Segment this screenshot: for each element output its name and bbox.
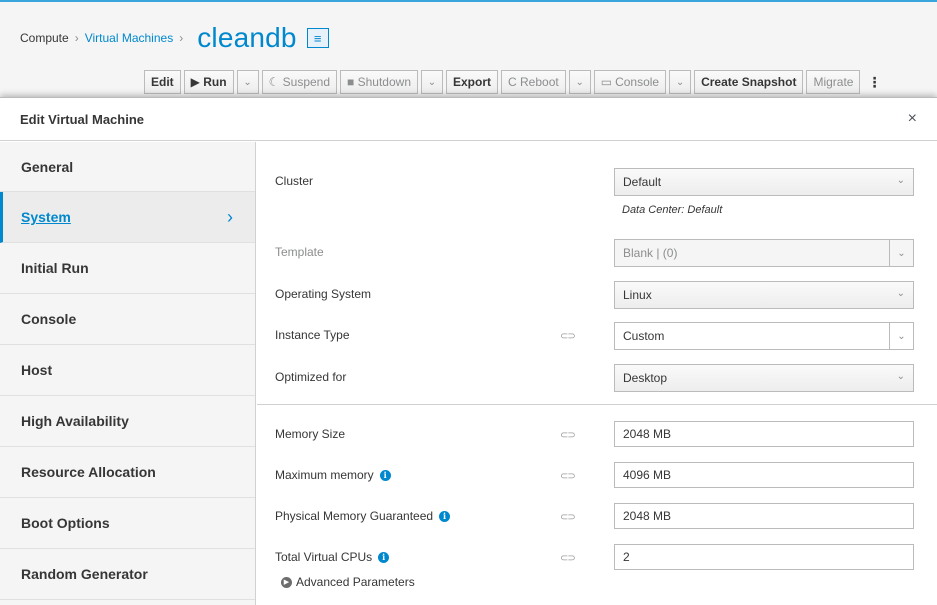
- vcpus-text: Total Virtual CPUs: [275, 550, 373, 564]
- link-icon[interactable]: ⊂⊃: [560, 512, 576, 523]
- reboot-button[interactable]: C Reboot: [501, 70, 566, 94]
- max-memory-label: Maximum memory i: [275, 468, 391, 482]
- nav-item-boot-options[interactable]: Boot Options: [0, 498, 255, 549]
- vcpus-input[interactable]: 2: [614, 544, 914, 570]
- run-button[interactable]: ▶ Run: [183, 70, 234, 94]
- cluster-value: Default: [623, 175, 662, 189]
- nav-item-high-availability[interactable]: High Availability: [0, 396, 255, 447]
- modal-body: General System › Initial Run Console Hos…: [0, 142, 937, 605]
- system-form: Cluster Default ⌄ Data Center: Default T…: [257, 142, 937, 605]
- modal-title: Edit Virtual Machine: [20, 111, 145, 127]
- template-value: Blank | (0): [623, 246, 678, 260]
- phys-memory-text: Physical Memory Guaranteed: [275, 509, 434, 523]
- nav-item-random-generator[interactable]: Random Generator: [0, 549, 255, 600]
- instance-type-value: Custom: [623, 329, 665, 343]
- optimized-select[interactable]: Desktop ⌄: [614, 364, 914, 392]
- os-select[interactable]: Linux ⌄: [614, 281, 914, 309]
- chevron-down-icon: ⌄: [896, 175, 905, 186]
- vcpus-row: Total Virtual CPUs i ⊂⊃ 2: [257, 544, 937, 572]
- close-icon[interactable]: ×: [908, 110, 917, 128]
- edit-vm-modal: Edit Virtual Machine × General System › …: [0, 97, 937, 605]
- link-icon[interactable]: ⊂⊃: [560, 471, 576, 482]
- expand-arrow-icon: ▶: [281, 576, 292, 588]
- page-title: cleandb: [197, 22, 297, 53]
- data-center-note: Data Center: Default: [622, 204, 723, 216]
- phys-memory-row: Physical Memory Guaranteed i ⊂⊃ 2048 MB: [257, 503, 937, 531]
- max-memory-text: Maximum memory: [275, 468, 374, 482]
- chevron-down-icon: ⌄: [889, 240, 913, 266]
- nav-item-general[interactable]: General: [0, 142, 255, 192]
- advanced-parameters-label: Advanced Parameters: [296, 575, 415, 589]
- chevron-right-icon: ›: [227, 206, 233, 227]
- nav-item-resource-allocation[interactable]: Resource Allocation: [0, 447, 255, 498]
- vm-toolbar: Edit ▶ Run ⌄ ☾ Suspend ■ Shutdown ⌄ Expo…: [144, 70, 881, 94]
- template-row: Template Blank | (0) ⌄: [257, 239, 937, 267]
- vcpus-label: Total Virtual CPUs i: [275, 550, 390, 564]
- side-nav: General System › Initial Run Console Hos…: [0, 142, 256, 605]
- shutdown-button[interactable]: ■ Shutdown: [340, 70, 418, 94]
- reboot-dropdown-caret[interactable]: ⌄: [568, 70, 591, 94]
- phys-memory-label: Physical Memory Guaranteed i: [275, 509, 451, 523]
- max-memory-input[interactable]: 4096 MB: [614, 462, 914, 488]
- chevron-down-icon: ⌄: [896, 288, 905, 299]
- kebab-menu-icon[interactable]: ⋮: [867, 74, 881, 91]
- top-accent-line: [0, 0, 937, 2]
- breadcrumb-compute[interactable]: Compute: [20, 31, 69, 45]
- cluster-label: Cluster: [275, 174, 314, 188]
- shutdown-dropdown-caret[interactable]: ⌄: [421, 70, 443, 94]
- optimized-label: Optimized for: [275, 370, 347, 384]
- section-divider: [257, 404, 937, 405]
- os-label: Operating System: [275, 287, 372, 301]
- breadcrumb-separator: ›: [179, 31, 184, 45]
- template-label: Template: [275, 245, 324, 259]
- chevron-down-icon: ⌄: [896, 371, 905, 382]
- os-value: Linux: [623, 288, 652, 302]
- optimized-row: Optimized for Desktop ⌄: [257, 364, 937, 392]
- monitor-icon: ▭: [600, 75, 613, 89]
- run-dropdown-caret[interactable]: ⌄: [236, 70, 259, 94]
- phys-memory-input[interactable]: 2048 MB: [614, 503, 914, 529]
- nav-item-host[interactable]: Host: [0, 345, 255, 396]
- nav-item-initial-run[interactable]: Initial Run: [0, 243, 255, 294]
- chevron-down-icon: ⌄: [889, 323, 913, 349]
- instance-type-label: Instance Type: [275, 328, 350, 342]
- cluster-select[interactable]: Default ⌄: [614, 168, 914, 196]
- link-icon[interactable]: ⊂⊃: [560, 430, 576, 441]
- nav-item-label: System: [21, 209, 71, 225]
- instance-type-row: Instance Type ⊂⊃ Custom ⌄: [257, 322, 937, 350]
- advanced-parameters-toggle[interactable]: ▶ Advanced Parameters: [281, 575, 415, 589]
- suspend-button[interactable]: ☾ Suspend: [261, 70, 338, 94]
- cluster-row: Cluster Default ⌄: [257, 168, 937, 196]
- console-dropdown-caret[interactable]: ⌄: [669, 70, 692, 94]
- console-label: Console: [615, 75, 660, 89]
- link-icon[interactable]: ⊂⊃: [560, 553, 576, 564]
- console-button[interactable]: ▭ Console: [593, 70, 667, 94]
- memory-size-row: Memory Size ⊂⊃ 2048 MB: [257, 421, 937, 449]
- migrate-button[interactable]: Migrate: [806, 70, 861, 94]
- instance-type-select[interactable]: Custom ⌄: [614, 322, 914, 350]
- edit-button[interactable]: Edit: [144, 70, 181, 94]
- nav-item-system[interactable]: System ›: [0, 192, 255, 243]
- create-snapshot-button[interactable]: Create Snapshot: [694, 70, 804, 94]
- breadcrumb-separator: ›: [74, 31, 79, 45]
- modal-header: Edit Virtual Machine ×: [0, 98, 937, 141]
- template-select: Blank | (0) ⌄: [614, 239, 914, 267]
- memory-size-input[interactable]: 2048 MB: [614, 421, 914, 447]
- optimized-value: Desktop: [623, 371, 668, 385]
- info-icon[interactable]: i: [379, 469, 391, 481]
- link-icon[interactable]: ⊂⊃: [560, 331, 576, 342]
- export-button[interactable]: Export: [446, 70, 499, 94]
- info-icon[interactable]: i: [378, 551, 390, 563]
- breadcrumb: Compute › Virtual Machines › cleandb ≡: [20, 22, 329, 54]
- os-row: Operating System Linux ⌄: [257, 281, 937, 309]
- hamburger-icon[interactable]: ≡: [306, 28, 329, 48]
- memory-size-label: Memory Size: [275, 427, 346, 441]
- max-memory-row: Maximum memory i ⊂⊃ 4096 MB: [257, 462, 937, 490]
- info-icon[interactable]: i: [439, 510, 451, 522]
- nav-item-console[interactable]: Console: [0, 294, 255, 345]
- breadcrumb-virtual-machines[interactable]: Virtual Machines: [85, 31, 174, 45]
